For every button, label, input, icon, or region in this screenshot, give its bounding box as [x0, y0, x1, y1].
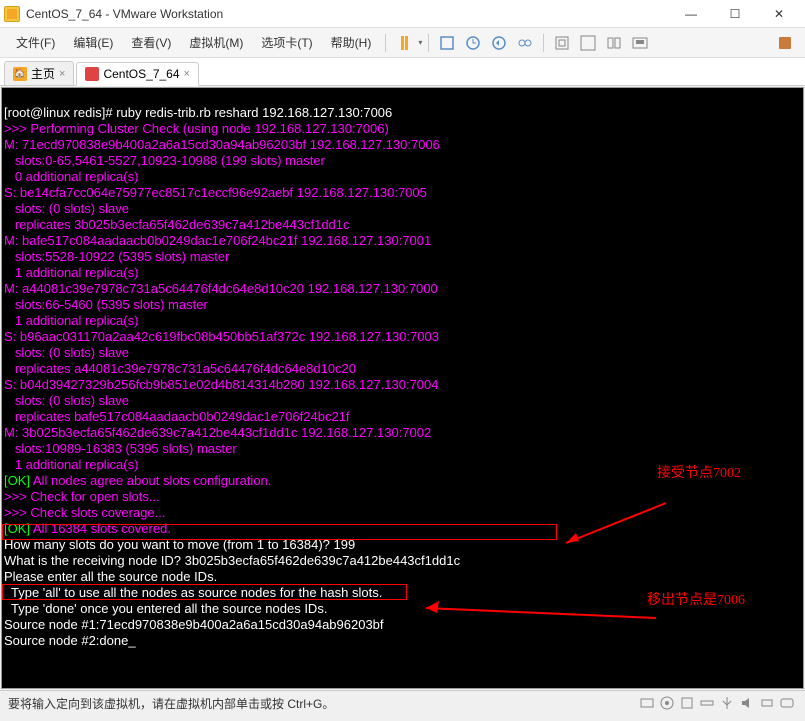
- menu-file[interactable]: 文件(F): [8, 30, 63, 55]
- terminal-line: 1 additional replica(s): [4, 457, 138, 472]
- tray-cd-icon[interactable]: [659, 695, 675, 711]
- close-icon[interactable]: ×: [59, 68, 65, 80]
- terminal-line: slots: (0 slots) slave: [4, 345, 129, 360]
- terminal-line: >>> Check slots coverage...: [4, 505, 166, 520]
- terminal-line: replicates bafe517c084aadaacb0b0249dac1e…: [4, 409, 350, 424]
- terminal-line: >>> Performing Cluster Check (using node…: [4, 121, 389, 136]
- terminal-line: Source node #2:done_: [4, 633, 136, 648]
- tray-message-icon[interactable]: [779, 695, 795, 711]
- tab-vm[interactable]: CentOS_7_64 ×: [76, 62, 199, 86]
- terminal-line: M: bafe517c084aadaacb0b0249dac1e706f24bc…: [4, 233, 431, 248]
- menu-help[interactable]: 帮助(H): [323, 30, 380, 55]
- terminal-line: slots:5528-10922 (5395 slots) master: [4, 249, 229, 264]
- terminal-line: Source node #1:71ecd970838e9b400a2a6a15c…: [4, 617, 384, 632]
- arrow-icon: [407, 578, 661, 641]
- terminal-line: slots: (0 slots) slave: [4, 201, 129, 216]
- title-bar: CentOS_7_64 - VMware Workstation — ☐ ✕: [0, 0, 805, 28]
- terminal-line: S: be14cfa7cc064e75977ec8517c1eccf96e92a…: [4, 185, 427, 200]
- terminal-line: M: a44081c39e7978c731a5c64476f4dc64e8d10…: [4, 281, 438, 296]
- terminal-line: replicates a44081c39e7978c731a5c64476f4d…: [4, 361, 356, 376]
- arrow-icon: [547, 483, 671, 566]
- menu-tabs[interactable]: 选项卡(T): [253, 30, 320, 55]
- toolbar-manage-icon[interactable]: [516, 34, 534, 52]
- status-text: 要将输入定向到该虚拟机，请在虚拟机内部单击或按 Ctrl+G。: [8, 695, 334, 712]
- toolbar-console-icon[interactable]: [631, 34, 649, 52]
- tray-usb-icon[interactable]: [719, 695, 735, 711]
- terminal-line: S: b04d39427329b256fcb9b851e02d4b814314b…: [4, 377, 438, 392]
- menu-vm[interactable]: 虚拟机(M): [181, 30, 251, 55]
- vm-icon: [85, 67, 99, 81]
- tray-sound-icon[interactable]: [739, 695, 755, 711]
- terminal-line: slots: (0 slots) slave: [4, 393, 129, 408]
- terminal-line: >>> Check for open slots...: [4, 489, 160, 504]
- tray-network-icon[interactable]: [699, 695, 715, 711]
- maximize-button[interactable]: ☐: [713, 0, 757, 28]
- toolbar-icon-1[interactable]: [438, 34, 456, 52]
- tab-bar: 🏠 主页 × CentOS_7_64 ×: [0, 58, 805, 86]
- terminal-line: [root@linux redis]# ruby redis-trib.rb r…: [4, 105, 392, 120]
- terminal-line: 0 additional replica(s): [4, 169, 138, 184]
- toolbar-fullscreen-icon[interactable]: [579, 34, 597, 52]
- menu-bar: 文件(F) 编辑(E) 查看(V) 虚拟机(M) 选项卡(T) 帮助(H) ▾: [0, 28, 805, 58]
- home-icon: 🏠: [13, 67, 27, 81]
- terminal-line: Please enter all the source node IDs.: [4, 569, 217, 584]
- terminal-line: slots:0-65,5461-5527,10923-10988 (199 sl…: [4, 153, 325, 168]
- tray-printer-icon[interactable]: [759, 695, 775, 711]
- toolbar-library-icon[interactable]: [776, 34, 794, 52]
- window-title: CentOS_7_64 - VMware Workstation: [26, 7, 223, 21]
- toolbar-unity-icon[interactable]: [605, 34, 623, 52]
- tray-hdd-icon[interactable]: [639, 695, 655, 711]
- toolbar-fit-icon[interactable]: [553, 34, 571, 52]
- terminal-line: 1 additional replica(s): [4, 265, 138, 280]
- minimize-button[interactable]: —: [669, 0, 713, 28]
- menu-view[interactable]: 查看(V): [123, 30, 179, 55]
- terminal-line: replicates 3b025b3ecfa65f462de639c7a412b…: [4, 217, 350, 232]
- terminal-line: Type 'done' once you entered all the sou…: [4, 601, 327, 616]
- run-dropdown-icon[interactable]: ▾: [418, 38, 422, 47]
- terminal-line: M: 3b025b3ecfa65f462de639c7a412be443cf1d…: [4, 425, 431, 440]
- terminal-output[interactable]: [root@linux redis]# ruby redis-trib.rb r…: [2, 88, 803, 688]
- terminal-line: slots:66-5460 (5395 slots) master: [4, 297, 208, 312]
- pause-button[interactable]: [395, 34, 413, 52]
- toolbar-revert-icon[interactable]: [490, 34, 508, 52]
- status-bar: 要将输入定向到该虚拟机，请在虚拟机内部单击或按 Ctrl+G。: [0, 690, 805, 715]
- close-icon[interactable]: ×: [184, 68, 190, 80]
- terminal-line: M: 71ecd970838e9b400a2a6a15cd30a94ab9620…: [4, 137, 440, 152]
- terminal-line: slots:10989-16383 (5395 slots) master: [4, 441, 237, 456]
- toolbar-snapshot-icon[interactable]: [464, 34, 482, 52]
- menu-edit[interactable]: 编辑(E): [65, 30, 121, 55]
- terminal-line: What is the receiving node ID? 3b025b3ec…: [4, 553, 460, 568]
- tab-vm-label: CentOS_7_64: [103, 67, 179, 81]
- tab-home[interactable]: 🏠 主页 ×: [4, 61, 74, 85]
- annotation-box-receiving: [2, 524, 557, 540]
- terminal-line: All nodes agree about slots configuratio…: [33, 473, 272, 488]
- terminal-ok: [OK]: [4, 473, 33, 488]
- terminal-line: S: b96aac031170a2aa42c619fbc08b450bb51af…: [4, 329, 439, 344]
- annotation-receiving-node: 接受节点7002: [657, 466, 741, 481]
- close-button[interactable]: ✕: [757, 0, 801, 28]
- tab-home-label: 主页: [31, 65, 55, 82]
- vmware-app-icon: [4, 6, 20, 22]
- tray-floppy-icon[interactable]: [679, 695, 695, 711]
- terminal-line: 1 additional replica(s): [4, 313, 138, 328]
- annotation-source-node: 移出节点是7006: [647, 593, 745, 608]
- annotation-box-source: [2, 584, 407, 600]
